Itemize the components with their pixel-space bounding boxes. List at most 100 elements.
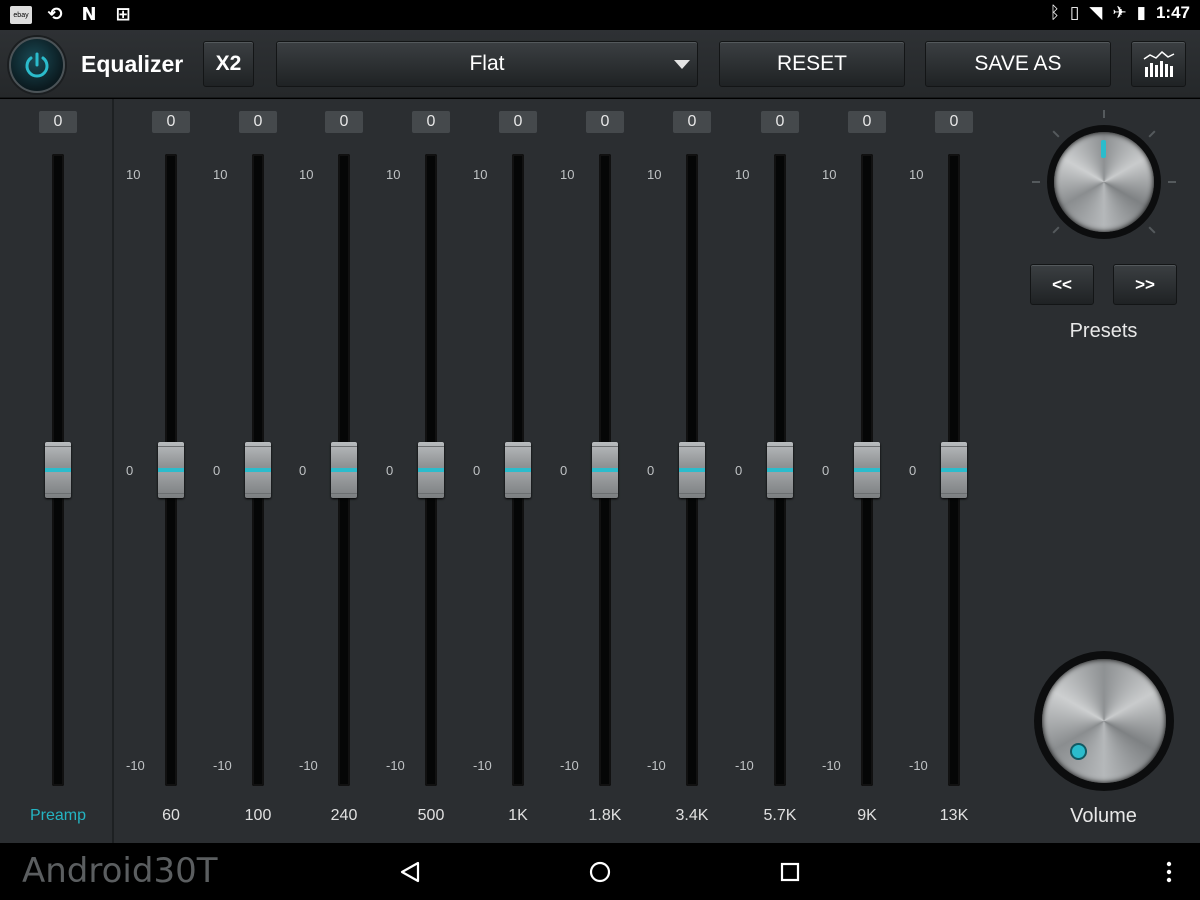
- band-frequency-label: 9K: [857, 807, 877, 824]
- band-column: 0 10 0 -10 60: [126, 99, 216, 843]
- scale-label-min: -10: [735, 758, 754, 773]
- band-value: 0: [935, 111, 973, 133]
- scale-label-max: 10: [386, 167, 401, 182]
- scale-label-max: 10: [735, 167, 750, 182]
- band-value: 0: [152, 111, 190, 133]
- system-icons: ᛒ ▯ ◥ ✈ ▮ 1:47: [1050, 3, 1190, 23]
- equalizer-panel: 0100-10Preamp0100-10600100-101000100-102…: [0, 99, 1200, 843]
- vibrate-icon: ▯: [1069, 3, 1080, 23]
- x2-button[interactable]: X2: [203, 41, 254, 87]
- scale-label-mid: 0: [735, 463, 743, 478]
- slider-thumb[interactable]: [505, 442, 531, 498]
- band-column: 0 10 0 -10 5.7K: [735, 99, 825, 843]
- band-frequency-label: 1K: [508, 807, 528, 824]
- power-button[interactable]: [9, 37, 65, 93]
- battery-icon: ▮: [1136, 3, 1146, 23]
- band-value: 0: [412, 111, 450, 133]
- scale-label-max: 10: [822, 167, 837, 182]
- knob-tick-mark: [1148, 226, 1156, 234]
- scale-label-mid: 0: [822, 463, 830, 478]
- slider-thumb[interactable]: [245, 442, 271, 498]
- airplane-icon: ✈: [1112, 3, 1127, 23]
- band-value: 0: [673, 111, 711, 133]
- watermark: Android30T: [22, 851, 218, 891]
- scale-label-min: -10: [560, 758, 579, 773]
- band-frequency-label: 500: [417, 807, 445, 824]
- scale-label-min: -10: [647, 758, 666, 773]
- reset-button[interactable]: RESET: [719, 41, 905, 87]
- band-preamp: 0100-10Preamp: [13, 99, 103, 843]
- slider-thumb[interactable]: [767, 442, 793, 498]
- overflow-menu-icon[interactable]: [1160, 857, 1178, 887]
- scale-label-max: 10: [473, 167, 488, 182]
- preset-dropdown[interactable]: Flat: [276, 41, 698, 87]
- notification-icons: ebay ⟲ N ⊞: [10, 4, 134, 26]
- home-icon[interactable]: [585, 857, 615, 887]
- slider-thumb[interactable]: [45, 442, 71, 498]
- band-value: 0: [586, 111, 624, 133]
- scale-label-min: -10: [822, 758, 841, 773]
- band-value: 0: [848, 111, 886, 133]
- slider-thumb-marker: [505, 468, 531, 472]
- briefcase-icon: ⊞: [115, 4, 131, 25]
- slider-thumb[interactable]: [592, 442, 618, 498]
- clock: 1:47: [1155, 3, 1190, 22]
- scale-label-max: 10: [299, 167, 314, 182]
- slider-thumb-marker: [767, 468, 793, 472]
- scale-label-mid: 0: [647, 463, 655, 478]
- slider-thumb-marker: [45, 468, 71, 472]
- knob-tick-mark: [1052, 130, 1060, 138]
- slider-thumb[interactable]: [854, 442, 880, 498]
- scale-label-min: -10: [473, 758, 492, 773]
- n-icon: N: [81, 4, 97, 25]
- scale-label-max: 10: [647, 167, 662, 182]
- band-column: 0 10 0 -10 1.8K: [560, 99, 650, 843]
- knob-tick-mark: [1052, 226, 1060, 234]
- knob-tick-mark: [1103, 110, 1105, 118]
- scale-label-min: -10: [213, 758, 232, 773]
- preset-knob[interactable]: [1047, 125, 1161, 239]
- band-column: 0 10 0 -10 3.4K: [647, 99, 737, 843]
- band-frequency-label: 1.8K: [588, 807, 622, 824]
- band-frequency-label: 60: [162, 807, 180, 824]
- band-frequency-label: 100: [244, 807, 272, 824]
- volume-knob[interactable]: [1034, 651, 1174, 791]
- next-preset-button[interactable]: >>: [1113, 264, 1177, 305]
- scale-label-mid: 0: [909, 463, 917, 478]
- dropdown-arrow-icon: [674, 60, 690, 69]
- scale-label-min: -10: [0, 758, 10, 773]
- knob-tick-mark: [1168, 181, 1176, 183]
- previous-preset-button[interactable]: <<: [1030, 264, 1094, 305]
- slider-thumb[interactable]: [679, 442, 705, 498]
- band-frequency-label: 240: [330, 807, 358, 824]
- slider-thumb[interactable]: [941, 442, 967, 498]
- preset-knob-face: [1054, 132, 1154, 232]
- scale-label-mid: 0: [213, 463, 221, 478]
- preset-dropdown-value: Flat: [469, 52, 505, 75]
- scale-label-mid: 0: [560, 463, 568, 478]
- band-column: 0 10 0 -10 1K: [473, 99, 563, 843]
- band-column: 0 10 0 -10 9K: [822, 99, 912, 843]
- scale-label-min: -10: [299, 758, 318, 773]
- band-value: 0: [325, 111, 363, 133]
- eq-graph-icon: [1143, 50, 1174, 77]
- toolbar: Equalizer X2 Flat RESET SAVE AS: [0, 30, 1200, 98]
- band-column: 0 10 0 -10 13K: [909, 99, 999, 843]
- navigation-bar: Android30T: [0, 843, 1200, 900]
- back-icon[interactable]: [396, 857, 426, 887]
- scale-label-max: 10: [560, 167, 575, 182]
- ebay-icon-text: ebay: [13, 11, 29, 19]
- scale-label-mid: 0: [473, 463, 481, 478]
- save-as-button[interactable]: SAVE AS: [925, 41, 1111, 87]
- band-value: 0: [239, 111, 277, 133]
- sync-icon: ⟲: [47, 4, 63, 25]
- volume-knob-indicator: [1070, 743, 1087, 760]
- slider-thumb[interactable]: [331, 442, 357, 498]
- slider-thumb[interactable]: [418, 442, 444, 498]
- slider-thumb[interactable]: [158, 442, 184, 498]
- slider-thumb-marker: [941, 468, 967, 472]
- graph-button[interactable]: [1131, 41, 1186, 87]
- scale-label-min: -10: [386, 758, 405, 773]
- recent-apps-icon[interactable]: [775, 857, 805, 887]
- volume-label: Volume: [1070, 805, 1137, 827]
